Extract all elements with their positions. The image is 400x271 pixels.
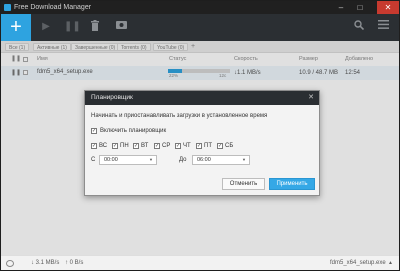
dialog-title: Планировщик [91, 94, 133, 101]
day-label-wed: СР [162, 143, 171, 149]
speed-mode-icon[interactable] [6, 260, 14, 267]
add-download-button[interactable]: + [1, 14, 31, 41]
title-bar: Free Download Manager – □ ✕ [1, 1, 399, 14]
status-bar: ↓ 3.1 MB/s ↑ 0 B/s fdm5_x64_setup.exe ▲ [1, 255, 399, 270]
dialog-description: Начинать и приостанавливать загрузки в у… [91, 113, 268, 119]
close-icon[interactable]: ✕ [308, 91, 314, 105]
day-label-sat: СБ [225, 143, 234, 149]
play-icon[interactable]: ▶ [39, 20, 53, 34]
day-checkbox-sat[interactable]: ✓ [217, 143, 223, 149]
minimize-button[interactable]: – [333, 1, 349, 14]
trash-icon-shape [91, 20, 99, 31]
scheduler-dialog: Планировщик ✕ Начинать и приостанавливат… [84, 90, 320, 196]
folder-icon-shape [115, 21, 127, 29]
chevron-down-icon: ▼ [149, 157, 153, 162]
app-logo-icon [4, 4, 11, 11]
day-checkbox-fri[interactable]: ✓ [196, 143, 202, 149]
app-window: Free Download Manager – □ ✕ + ▶ ❚❚ Все (… [0, 0, 400, 271]
trash-icon[interactable] [88, 20, 102, 34]
status-current-file: fdm5_x64_setup.exe [330, 260, 386, 266]
apply-button[interactable]: Применить [269, 178, 315, 190]
day-checkbox-wed[interactable]: ✓ [154, 143, 160, 149]
to-label: До [179, 157, 187, 163]
day-label-fri: ПТ [204, 143, 212, 149]
cancel-button[interactable]: Отменить [222, 178, 265, 190]
from-time-value: 00:00 [104, 157, 118, 163]
toolbar: + ▶ ❚❚ [1, 14, 399, 41]
day-checkbox-sun[interactable]: ✓ [91, 143, 97, 149]
status-download-speed: ↓ 3.1 MB/s [31, 260, 60, 266]
hamburger-icon[interactable] [376, 20, 390, 34]
window-close-button[interactable]: ✕ [377, 1, 399, 14]
search-icon[interactable] [352, 20, 366, 34]
enable-scheduler-checkbox[interactable]: ✓ [91, 128, 97, 134]
status-upload-speed: ↑ 0 B/s [65, 260, 84, 266]
hamburger-icon-shape [377, 20, 389, 29]
day-label-thu: ЧТ [183, 143, 191, 149]
collapse-icon[interactable]: ▲ [388, 256, 393, 270]
day-label-sun: ВС [99, 143, 108, 149]
plus-icon: + [10, 16, 22, 38]
folder-icon[interactable] [114, 20, 128, 34]
search-icon-shape [354, 20, 365, 31]
from-label: С [91, 157, 96, 163]
day-checkbox-mon[interactable]: ✓ [112, 143, 118, 149]
day-checkbox-thu[interactable]: ✓ [175, 143, 181, 149]
to-time-select[interactable]: 06:00 ▼ [192, 155, 250, 165]
day-checkbox-tue[interactable]: ✓ [133, 143, 139, 149]
from-time-select[interactable]: 00:00 ▼ [99, 155, 157, 165]
day-label-mon: ПН [120, 143, 129, 149]
window-title: Free Download Manager [14, 4, 92, 11]
dialog-title-bar: Планировщик ✕ [85, 91, 319, 105]
enable-scheduler-label: Включить планировщик [100, 128, 167, 134]
day-label-tue: ВТ [141, 143, 149, 149]
to-time-value: 06:00 [197, 157, 211, 163]
maximize-button[interactable]: □ [352, 1, 368, 14]
pause-icon[interactable]: ❚❚ [64, 20, 81, 34]
chevron-down-icon: ▼ [242, 157, 246, 162]
